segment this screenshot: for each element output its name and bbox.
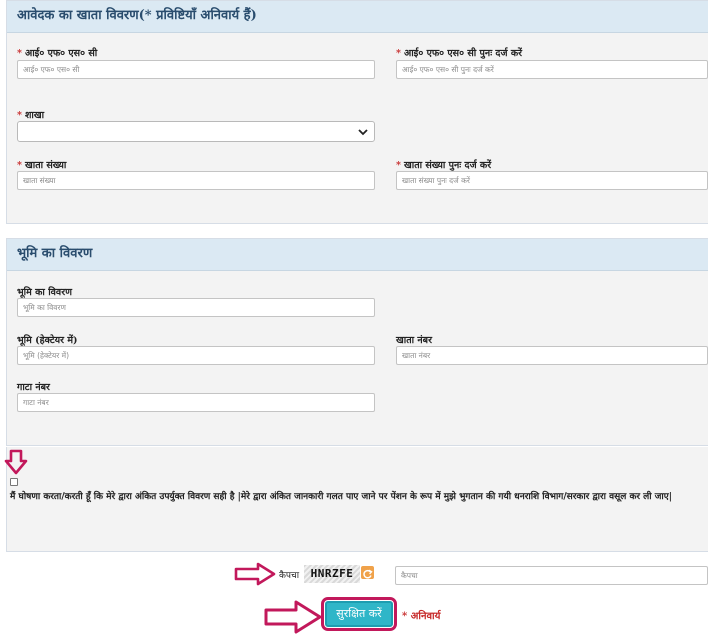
account-number-confirm-label: * खाता संख्या पुनः दर्ज करें [396, 160, 492, 171]
required-marker: * [17, 48, 22, 59]
account-number-confirm-input[interactable] [396, 171, 708, 190]
land-details-title: भूमि का विवरण [7, 239, 708, 271]
captcha-input[interactable] [395, 566, 708, 585]
ifsc-label: * आई० एफ० एस० सी [17, 48, 98, 59]
save-button[interactable]: सुरक्षित करें [321, 597, 397, 631]
account-number-input[interactable] [17, 171, 375, 190]
land-detail-label: भूमि का विवरण [17, 287, 72, 298]
land-hectare-input[interactable] [17, 346, 375, 365]
khata-number-input[interactable] [396, 346, 708, 365]
required-marker: * [396, 48, 401, 59]
land-hectare-label: भूमि (हेक्टेयर में) [17, 335, 78, 346]
gata-number-input[interactable] [17, 393, 375, 412]
ifsc-input[interactable] [17, 60, 375, 79]
branch-select[interactable] [17, 121, 375, 142]
refresh-icon[interactable] [361, 566, 374, 579]
captcha-image: HNRZFE [304, 565, 360, 583]
account-number-label: * खाता संख्या [17, 160, 67, 171]
required-marker: * [17, 110, 22, 121]
land-details-panel: भूमि का विवरण [6, 238, 708, 446]
mandatory-note: * अनिवार्य [402, 611, 441, 622]
khata-number-label: खाता नंबर [396, 335, 432, 346]
annotation-arrow-icon [4, 449, 28, 475]
refresh-icon-glyph [363, 569, 373, 579]
applicant-account-panel: आवेदक का खाता विवरण(* प्रविष्टियाँ अनिवा… [6, 0, 708, 224]
annotation-arrow-icon [264, 600, 322, 634]
declaration-checkbox[interactable] [10, 478, 18, 486]
branch-label: * शाखा [17, 110, 45, 121]
required-marker: * [17, 160, 22, 171]
chevron-down-icon [358, 129, 368, 136]
applicant-account-title: आवेदक का खाता विवरण(* प्रविष्टियाँ अनिवा… [7, 1, 708, 33]
annotation-arrow-icon [234, 562, 276, 586]
ifsc-confirm-label: * आई० एफ० एस० सी पुनः दर्ज करें [396, 48, 523, 59]
declaration-text: मैं घोषणा करता/करती हूँ कि मेरे द्वारा अ… [10, 492, 672, 502]
land-detail-input[interactable] [17, 298, 375, 317]
gata-number-label: गाटा नंबर [17, 382, 50, 393]
ifsc-confirm-input[interactable] [396, 60, 708, 79]
required-marker: * [396, 160, 401, 171]
captcha-label: कैपचा [279, 571, 300, 581]
